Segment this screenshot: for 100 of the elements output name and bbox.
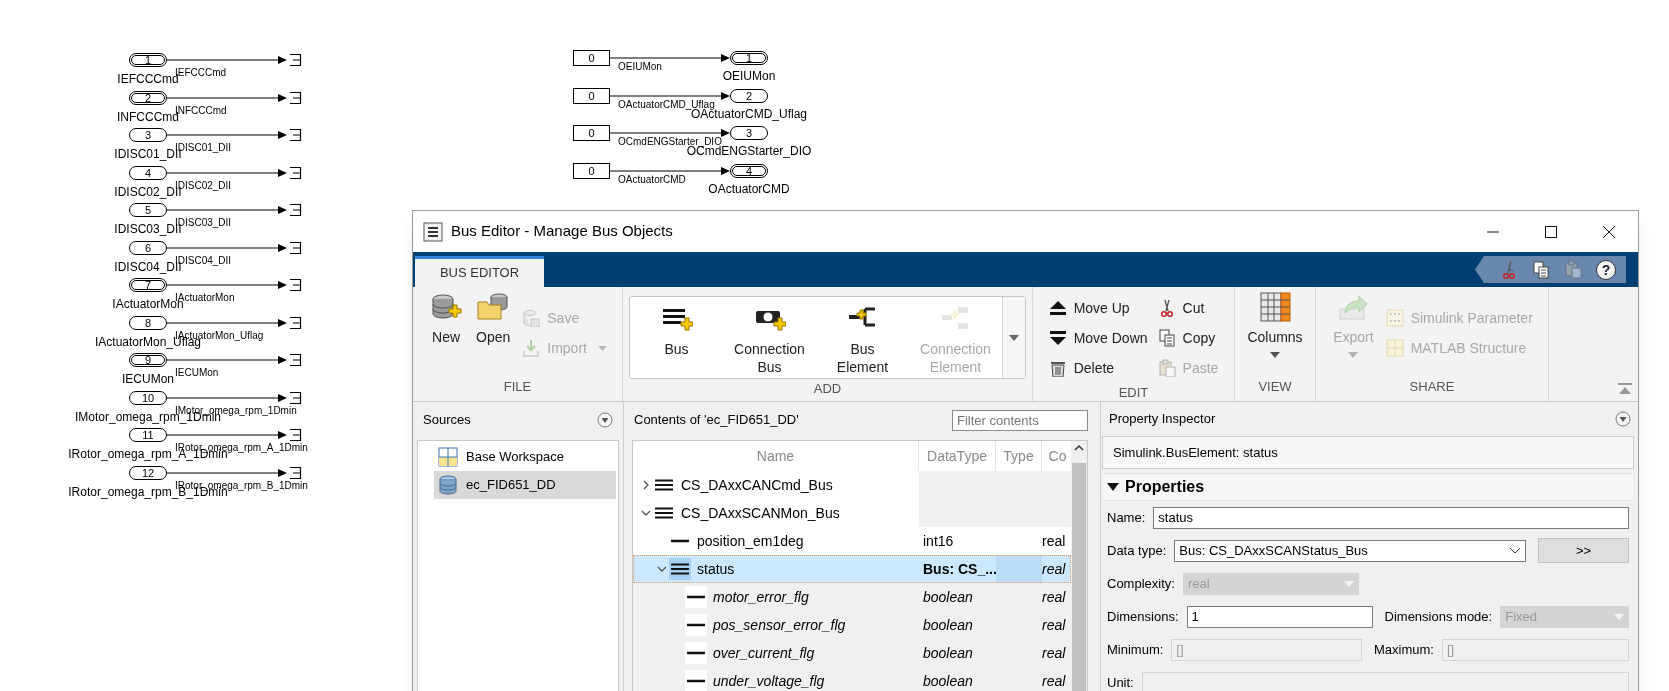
input-field[interactable]: status [1153,506,1629,529]
dropdown-field[interactable]: Bus: CS_DAxxSCANStatus_Bus [1174,539,1526,562]
constant-block: 0 [573,163,610,179]
import-icon [522,339,541,357]
table-cell-text: real [1042,643,1066,663]
column-header[interactable]: Name [633,441,919,471]
table-cell-text: boolean [923,615,973,635]
element-icon [687,623,705,627]
help-button[interactable]: ? [1596,259,1616,280]
trash-icon [1048,359,1067,377]
row-name: position_em1deg [697,531,804,551]
source-item[interactable]: ec_FID651_DD [434,471,616,499]
terminator-icon [288,91,302,105]
ribbon-button[interactable]: Columns [1245,287,1305,358]
ribbon-button[interactable]: Delete [1048,353,1148,383]
section-label: Properties [1125,477,1205,498]
inport-block: 11 [129,428,167,442]
bus-icon [655,507,673,519]
tree-row[interactable]: motor_error_flg boolean real [633,583,1071,611]
section-title: VIEW [1257,378,1293,396]
chevron-icon[interactable] [641,508,651,518]
tree-row[interactable]: position_em1deg int16 real [633,527,1071,555]
item-label: Base Workspace [466,448,565,467]
tree-row[interactable]: CS_DAxxSCANMon_Bus [633,499,1071,527]
section-title: EDIT [1117,384,1150,402]
field-label: Unit: [1107,673,1134,691]
bus-icon [671,563,689,575]
window-title: Bus Editor - Manage Bus Objects [451,221,673,242]
element-icon [687,595,705,599]
collapse-icon[interactable] [1618,383,1632,395]
terminator-icon [288,428,302,442]
ribbon-button[interactable]: Connection Bus [732,303,807,376]
tree-row[interactable]: CS_DAxxCANCmd_Bus [633,471,1071,499]
tree-row[interactable]: under_voltage_flg boolean real [633,667,1071,691]
item-label: ec_FID651_DD [466,476,556,495]
caret-icon[interactable] [1009,334,1019,341]
terminator-icon [288,128,302,142]
table-cell-text: boolean [923,643,973,663]
dropdown-circle-icon[interactable] [597,412,613,428]
terminator-icon [288,241,302,255]
outport-block: 2 [730,89,768,103]
block-name: OActuatorCMD_Uflag [691,108,807,120]
window-menu-icon[interactable] [423,221,443,242]
panel-title: Contents of 'ec_FID651_DD' [634,411,799,430]
constant-block: 0 [573,125,610,141]
element-icon [671,539,689,543]
table-cell-text: real [1042,559,1066,579]
outport-block: 1 [730,51,768,65]
element-icon [687,679,705,683]
input-field[interactable]: 1 [1186,605,1373,628]
ribbon-button[interactable]: Cut [1157,293,1219,323]
ribbon-button[interactable]: New [428,287,465,346]
tree-row[interactable]: pos_sensor_error_flg boolean real [633,611,1071,639]
ribbon-button[interactable]: Move Up [1048,293,1148,323]
row-name: pos_sensor_error_flg [713,615,846,635]
more-button[interactable]: >> [1538,538,1629,563]
dropdown-circle-icon[interactable] [1615,410,1631,427]
row-name: CS_DAxxCANCmd_Bus [681,475,833,495]
inport-block: 8 [129,316,167,330]
field-label: Complexity: [1107,574,1175,593]
element-icon [687,651,705,655]
filter-field[interactable]: Filter contents [952,409,1088,431]
inport-block: 9 [129,353,167,367]
table-cell-text: real [1042,587,1066,607]
signal-label: OCmdENGStarter_DIO [618,137,722,147]
constant-block: 0 [573,88,610,104]
tree-row[interactable]: status Bus: CS_... real [633,555,1071,583]
inport-block: 2 [129,91,167,105]
ribbon-button[interactable]: Open [474,287,513,346]
block-name: IECUMon [122,373,174,385]
chevron-icon[interactable] [657,564,667,574]
table-cell-text: real [1042,615,1066,635]
ribbon-tab[interactable]: BUS EDITOR [415,256,544,287]
source-item[interactable]: Base Workspace [434,443,616,471]
maximize-icon[interactable] [1545,225,1557,238]
table-cell-text: real [1042,671,1066,691]
ribbon-button[interactable]: Move Down [1048,323,1148,353]
tree-row[interactable]: over_current_flg boolean real [633,639,1071,667]
table-cell-text: Bus: CS_... [923,559,996,579]
inport-block: 3 [129,128,167,142]
ribbon-button[interactable]: Copy [1157,323,1219,353]
section-header[interactable]: Properties [1103,473,1633,501]
block-name: OCmdENGStarter_DIO [686,145,812,157]
close-icon[interactable] [1603,225,1615,238]
copy-icon[interactable] [1532,259,1550,280]
row-name: CS_DAxxSCANMon_Bus [681,503,840,523]
terminator-icon [288,466,302,480]
panel-title: Property Inspector [1109,410,1216,429]
bus-icon [655,479,673,491]
table-cell-text: real [1042,531,1066,551]
ribbon-button[interactable]: Bus [639,303,714,358]
save-icon [522,309,541,327]
chevron-icon[interactable] [641,480,651,490]
field-label: Name: [1107,508,1146,527]
signal-label: OActuatorCMD_Uflag [618,100,715,110]
terminator-icon [288,278,302,292]
scrollbar[interactable] [1071,441,1087,691]
outport-block: 4 [730,164,768,178]
ribbon-button[interactable]: Bus Element [825,303,900,376]
inport-block: 6 [129,241,167,255]
